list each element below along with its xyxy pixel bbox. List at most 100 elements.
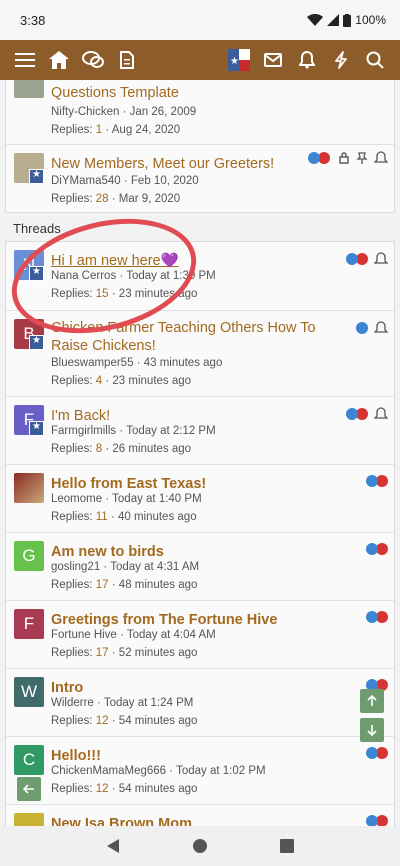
replies-label: Replies: [51,715,93,727]
thread-title-link[interactable]: Hello!!! [51,747,341,765]
last-post-time[interactable]: Mar 9, 2020 [119,193,180,205]
back-button[interactable] [17,777,41,801]
avatar[interactable] [14,473,44,503]
thread-stats-line: Replies: 17 · 48 minutes ago [51,579,198,591]
system-home-icon[interactable] [192,838,208,854]
thread-stats-line: Replies: 12 · 54 minutes ago [51,783,198,795]
thread-author-line: gosling21 · Today at 4:31 AM [51,561,200,573]
thread-row[interactable]: G Am new to birds gosling21 · Today at 4… [6,532,394,600]
thread-author[interactable]: Leomome [51,493,102,505]
system-recents-icon[interactable] [280,839,294,853]
avatar[interactable]: W [14,677,44,707]
thread-author-line: Nifty-Chicken · Jan 26, 2009 [51,106,197,118]
bolt-icon[interactable] [324,40,358,80]
last-post-time[interactable]: 52 minutes ago [119,647,198,659]
svg-text:★: ★ [230,56,239,67]
reply-count: 1 [95,124,103,136]
replies-label: Replies: [51,193,93,205]
thread-author[interactable]: Nifty-Chicken [51,106,119,118]
mail-icon[interactable] [256,40,290,80]
thread-row[interactable]: W Intro Wilderre · Today at 1:24 PM Repl… [6,668,394,736]
home-icon[interactable] [42,40,76,80]
replies-label: Replies: [51,579,93,591]
thread-author[interactable]: Blueswamper55 [51,357,133,369]
thread-row[interactable]: Hello from East Texas! Leomome · Today a… [6,464,394,532]
scroll-up-button[interactable] [360,689,384,713]
thread-author[interactable]: Wilderre [51,697,94,709]
avatar[interactable]: G [14,541,44,571]
sticky-thread-row[interactable]: New Members, Meet our Greeters! DiYMama5… [6,144,394,212]
flag-badge-icon [29,169,44,184]
thread-stats-line: Replies: 8 · 26 minutes ago [51,443,192,455]
replies-label: Replies: [51,783,93,795]
thread-status-icons [366,611,388,623]
thread-title-link[interactable]: I'm Back! [51,407,341,425]
thread-row[interactable]: F I'm Back! Farmgirlmills · Today at 2:1… [6,396,394,464]
thread-author[interactable]: gosling21 [51,561,100,573]
thread-author[interactable]: DiYMama540 [51,175,121,187]
arrow-left-icon [23,784,34,794]
thread-author[interactable]: Fortune Hive [51,629,117,641]
thread-start-date: Jan 26, 2009 [129,106,197,118]
last-post-time[interactable]: 40 minutes ago [118,511,197,523]
thread-row[interactable]: New Isa Brown Mom [6,804,394,826]
thread-row[interactable]: F Greetings from The Fortune Hive Fortun… [6,600,394,668]
profile-avatar[interactable]: ★ [222,40,256,80]
sticky-thread-row[interactable]: Questions Template Nifty-Chicken · Jan 2… [6,80,394,144]
like-reaction-icon [346,408,358,420]
system-navigation-bar [0,826,400,866]
search-icon[interactable] [358,40,392,80]
system-back-icon[interactable] [106,838,120,854]
document-icon[interactable] [110,40,144,80]
thread-start-date: Today at 1:02 PM [176,765,266,777]
last-post-time[interactable]: 54 minutes ago [119,715,198,727]
avatar[interactable] [14,813,44,826]
bell-watch-icon[interactable] [374,252,388,266]
like-reaction-icon [366,475,378,487]
reply-count: 4 [95,375,103,387]
reply-count: 12 [95,715,109,727]
thread-author-line: ChickenMamaMeg666 · Today at 1:02 PM [51,765,266,777]
bell-watch-icon[interactable] [374,407,388,421]
forums-icon[interactable] [76,40,110,80]
flag-badge-icon [29,421,44,436]
last-post-time[interactable]: 26 minutes ago [112,443,191,455]
thread-title-link[interactable]: Greetings from The Fortune Hive [51,611,341,629]
last-post-time[interactable]: 48 minutes ago [119,579,198,591]
last-post-time[interactable]: Aug 24, 2020 [112,124,180,136]
bell-icon[interactable] [290,40,324,80]
arrow-down-icon [367,725,377,736]
avatar[interactable] [14,80,44,98]
thread-author[interactable]: ChickenMamaMeg666 [51,765,166,777]
thread-stats-line: Replies: 11 · 40 minutes ago [51,511,197,523]
thread-title-link[interactable]: Intro [51,679,341,697]
replies-label: Replies: [51,647,93,659]
thread-title-link[interactable]: Questions Template [51,84,341,102]
lock-icon [339,152,349,164]
menu-icon[interactable] [8,40,42,80]
like-reaction-icon [346,253,358,265]
last-post-time[interactable]: 54 minutes ago [119,783,198,795]
thread-title-link[interactable]: New Members, Meet our Greeters! [51,155,341,173]
thread-status-icons [366,815,388,826]
scroll-down-button[interactable] [360,718,384,742]
thread-title-link[interactable]: Am new to birds [51,543,341,561]
thread-title-link[interactable]: Hello from East Texas! [51,475,341,493]
thread-row[interactable]: C Hello!!! ChickenMamaMeg666 · Today at … [6,736,394,804]
thread-status-icons [366,543,388,555]
thread-title-link[interactable]: New Isa Brown Mom [51,815,341,826]
thread-author-line: Leomome · Today at 1:40 PM [51,493,202,505]
avatar[interactable]: C [14,745,44,775]
battery-level: 100% [355,13,386,27]
reply-count: 11 [95,511,108,523]
bell-watch-icon[interactable] [374,321,388,335]
like-reaction-icon [366,815,378,826]
last-post-time[interactable]: 23 minutes ago [112,375,191,387]
thread-author-line: Fortune Hive · Today at 4:04 AM [51,629,216,641]
thread-author[interactable]: Farmgirlmills [51,425,116,437]
status-bar: 3:38 100% [0,0,400,40]
avatar[interactable]: F [14,609,44,639]
like-reaction-icon [366,611,378,623]
bell-watch-icon[interactable] [374,151,388,165]
thread-start-date: Today at 1:24 PM [103,697,194,709]
